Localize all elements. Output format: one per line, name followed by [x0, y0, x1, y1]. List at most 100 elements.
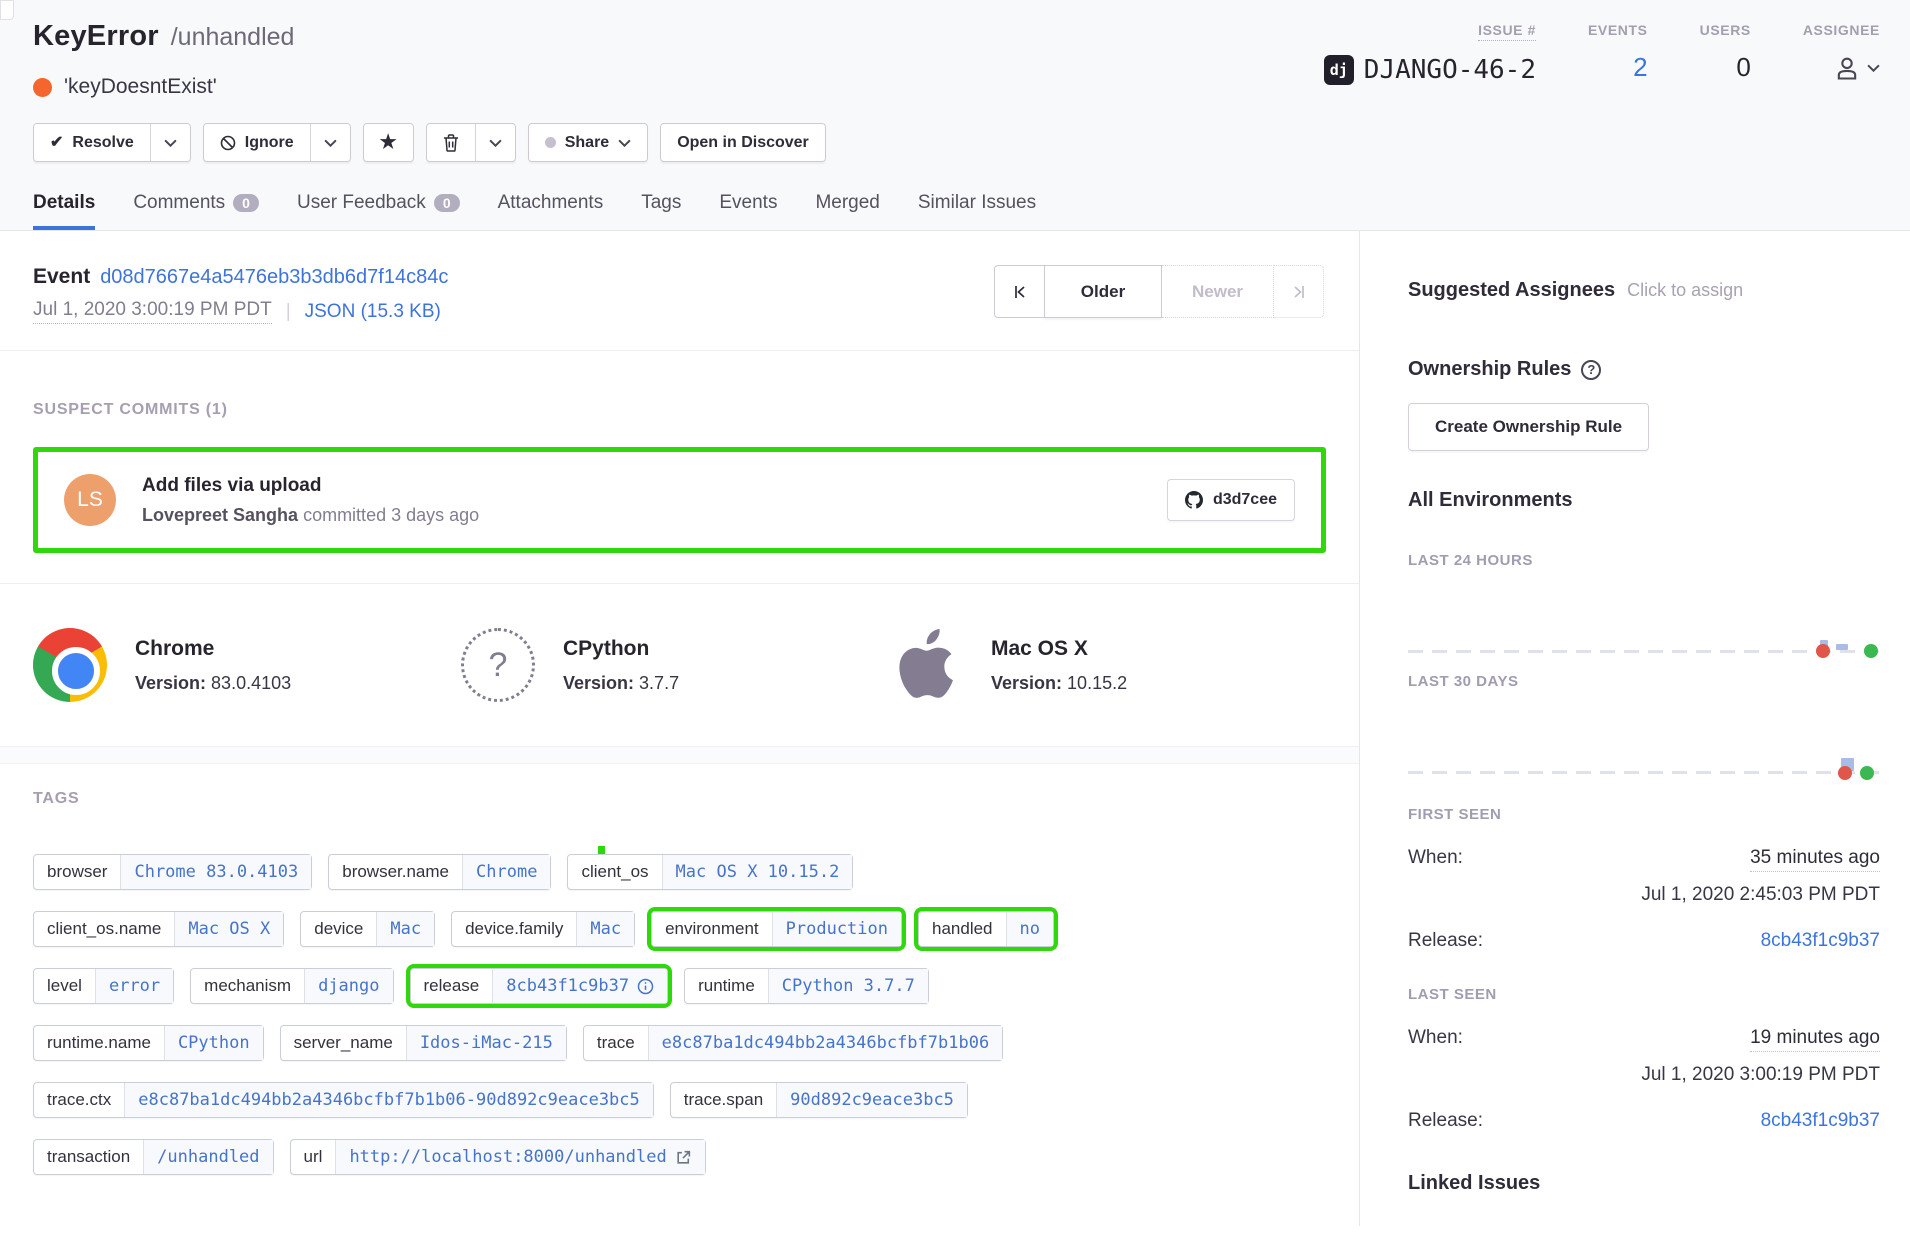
last-seen-relative-time: 19 minutes ago — [1750, 1027, 1880, 1052]
tag-trace-span: trace.span90d892c9eace3bc5 — [670, 1082, 968, 1118]
tag-value-link[interactable]: CPython 3.7.7 — [768, 969, 928, 1003]
tag-value-link[interactable]: e8c87ba1dc494bb2a4346bcfbf7b1b06-90d892c… — [124, 1083, 653, 1117]
ban-icon — [220, 135, 236, 151]
avatar: LS — [64, 474, 116, 526]
oldest-event-button[interactable] — [994, 265, 1044, 318]
last-seen-release-link[interactable]: 8cb43f1c9b37 — [1761, 1110, 1880, 1132]
tag-value-link[interactable]: http://localhost:8000/unhandled — [335, 1140, 704, 1174]
ignore-button[interactable]: Ignore — [204, 124, 310, 161]
first-seen-heading: FIRST SEEN — [1408, 806, 1880, 823]
events-sparkline-30d — [1408, 690, 1880, 780]
tag-transaction: transaction/unhandled — [33, 1139, 274, 1175]
tag-trace: tracee8c87ba1dc494bb2a4346bcfbf7b1b06 — [583, 1025, 1003, 1061]
share-button[interactable]: Share — [529, 124, 647, 161]
when-label: When: — [1408, 847, 1463, 869]
event-label: Event — [33, 265, 90, 289]
tab-events[interactable]: Events — [719, 192, 777, 230]
events-count[interactable]: 2 — [1633, 52, 1647, 83]
skip-to-first-icon — [1012, 284, 1028, 300]
context-name: Mac OS X — [991, 637, 1127, 661]
tag-value-link[interactable]: Chrome — [462, 855, 550, 889]
tag-value-link[interactable]: Mac OS X 10.15.2 — [662, 855, 853, 889]
ignore-dropdown-button[interactable] — [310, 124, 350, 161]
context-version-value: 3.7.7 — [639, 673, 679, 693]
open-in-discover-button[interactable]: Open in Discover — [661, 124, 825, 161]
chevron-down-icon — [324, 139, 337, 147]
tab-details[interactable]: Details — [33, 192, 95, 230]
help-icon[interactable]: ? — [1581, 360, 1601, 380]
event-json-link[interactable]: JSON (15.3 KB) — [305, 301, 441, 323]
skip-to-last-icon — [1291, 284, 1307, 300]
tag-value-link[interactable]: 90d892c9eace3bc5 — [776, 1083, 967, 1117]
delete-button[interactable] — [427, 124, 475, 161]
create-ownership-rule-button[interactable]: Create Ownership Rule — [1408, 403, 1649, 451]
tag-value-link[interactable]: Idos-iMac-215 — [406, 1026, 566, 1060]
last-30-days-label: LAST 30 DAYS — [1408, 673, 1880, 690]
chevron-down-icon — [164, 139, 177, 147]
tag-value-link[interactable]: Mac — [576, 912, 634, 946]
first-seen-release-link[interactable]: 8cb43f1c9b37 — [1761, 930, 1880, 952]
tag-value-link[interactable]: Chrome 83.0.4103 — [120, 855, 311, 889]
tab-comments[interactable]: Comments0 — [133, 192, 259, 230]
newer-event-button[interactable]: Newer — [1162, 265, 1274, 318]
commit-message: Add files via upload — [142, 475, 1167, 497]
skip-to-latest-button[interactable] — [1274, 265, 1324, 318]
corner-artifact — [0, 0, 14, 20]
first-release-marker — [1838, 766, 1852, 780]
issue-actions: ✔ Resolve Ignore ★ — [33, 123, 1880, 162]
tag-value-link[interactable]: Production — [772, 912, 901, 946]
event-id-link[interactable]: d08d7667e4a5476eb3b3db6d7f14c84c — [100, 266, 448, 289]
tab-similar-issues[interactable]: Similar Issues — [918, 192, 1036, 230]
chrome-icon — [33, 628, 107, 702]
unknown-runtime-icon: ? — [461, 628, 535, 702]
issue-sidebar: Suggested Assignees Click to assign Owne… — [1360, 231, 1910, 1226]
tab-user-feedback[interactable]: User Feedback0 — [297, 192, 460, 230]
issue-stats: ISSUE # dj DJANGO-46-2 EVENTS 2 USERS 0 … — [1324, 20, 1880, 85]
apple-icon — [889, 628, 963, 702]
last-24-hours-label: LAST 24 HOURS — [1408, 552, 1880, 569]
issue-tabs: Details Comments0 User Feedback0 Attachm… — [33, 192, 1880, 230]
ownership-rules-heading: Ownership Rules — [1408, 358, 1571, 381]
tag-value-link[interactable]: no — [1006, 912, 1053, 946]
tab-merged[interactable]: Merged — [815, 192, 879, 230]
older-event-button[interactable]: Older — [1044, 265, 1162, 318]
first-release-marker — [1816, 644, 1830, 658]
tag-value-link[interactable]: Mac — [376, 912, 434, 946]
tag-environment: environmentProduction — [651, 911, 902, 947]
tag-url: urlhttp://localhost:8000/unhandled — [290, 1139, 706, 1175]
tag-value-link[interactable]: 8cb43f1c9b37 — [492, 969, 667, 1003]
delete-dropdown-button[interactable] — [475, 124, 515, 161]
tag-value-link[interactable]: Mac OS X — [174, 912, 283, 946]
external-link-icon — [675, 1149, 692, 1166]
tag-value-link[interactable]: e8c87ba1dc494bb2a4346bcfbf7b1b06 — [648, 1026, 1003, 1060]
tag-value-link[interactable]: django — [304, 969, 392, 1003]
tag-value-link[interactable]: /unhandled — [143, 1140, 272, 1174]
annotation-highlight-box: LS Add files via upload Lovepreet Sangha… — [33, 447, 1326, 553]
assignee-dropdown[interactable] — [1833, 54, 1880, 82]
context-name: CPython — [563, 637, 679, 661]
issue-message: 'keyDoesntExist' — [64, 75, 217, 99]
tab-attachments[interactable]: Attachments — [498, 192, 604, 230]
sparkline-baseline — [1408, 650, 1880, 653]
tag-client-os: client_osMac OS X 10.15.2 — [567, 854, 853, 890]
tag-browser-name: browser.nameChrome — [328, 854, 551, 890]
issue-title-block: KeyError /unhandled 'keyDoesntExist' — [33, 20, 294, 99]
tag-browser: browserChrome 83.0.4103 — [33, 854, 312, 890]
resolve-dropdown-button[interactable] — [150, 124, 190, 161]
commit-author: Lovepreet Sangha — [142, 505, 298, 525]
section-gap — [0, 746, 1359, 764]
tab-tags[interactable]: Tags — [641, 192, 681, 230]
all-environments-heading: All Environments — [1408, 489, 1880, 512]
issue-number-label: ISSUE # — [1478, 22, 1536, 41]
commit-sha: d3d7cee — [1213, 491, 1277, 509]
commit-sha-button[interactable]: d3d7cee — [1167, 479, 1295, 521]
comments-count-badge: 0 — [233, 194, 259, 212]
bookmark-star-button[interactable]: ★ — [364, 124, 413, 161]
resolve-button[interactable]: ✔ Resolve — [34, 124, 150, 161]
users-count[interactable]: 0 — [1736, 52, 1750, 83]
person-icon — [1833, 54, 1861, 82]
tag-value-link[interactable]: error — [95, 969, 173, 1003]
latest-release-marker — [1860, 766, 1874, 780]
tag-value-link[interactable]: CPython — [164, 1026, 263, 1060]
first-seen-absolute-time: Jul 1, 2020 2:45:03 PM PDT — [1408, 884, 1880, 906]
